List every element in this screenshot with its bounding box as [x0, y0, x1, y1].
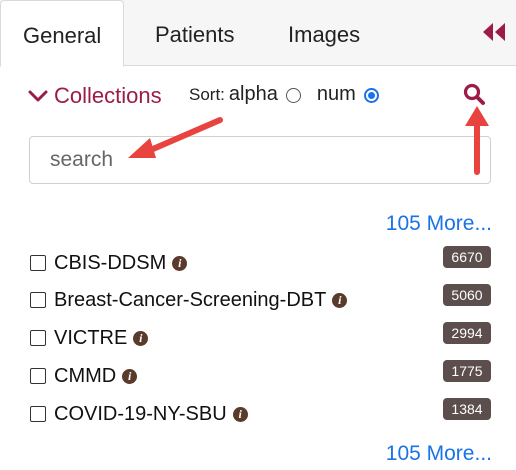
list-item: COVID-19-NY-SBU i — [30, 401, 248, 427]
double-chevron-left-icon[interactable] — [480, 20, 508, 44]
more-link-top[interactable]: 105 More... — [386, 212, 492, 236]
count-badge: 6670 — [443, 246, 491, 268]
search-input[interactable] — [29, 136, 491, 184]
info-icon[interactable]: i — [122, 368, 138, 384]
sort-option-num-label: num — [316, 83, 356, 105]
collections-title: Collections — [54, 83, 162, 108]
item-checkbox[interactable] — [30, 330, 46, 346]
item-label: COVID-19-NY-SBU — [54, 402, 227, 425]
sort-control: Sort: alpha num — [189, 83, 395, 106]
list-item: VICTRE i — [30, 325, 149, 351]
item-label: CBIS-DDSM — [54, 251, 167, 274]
item-checkbox[interactable] — [30, 368, 46, 384]
item-checkbox[interactable] — [30, 406, 46, 422]
info-icon[interactable]: i — [332, 292, 348, 308]
item-label: VICTRE — [54, 326, 128, 349]
tab-general[interactable]: General — [0, 0, 125, 67]
tab-images[interactable]: Images — [266, 0, 382, 66]
item-checkbox[interactable] — [30, 292, 46, 308]
search-icon[interactable] — [462, 82, 486, 106]
chevron-down-icon — [28, 90, 48, 102]
list-item: CBIS-DDSM i — [30, 250, 188, 276]
count-badge: 1384 — [443, 398, 491, 420]
item-checkbox[interactable] — [30, 255, 46, 271]
list-item: CMMD i — [30, 363, 138, 389]
info-icon[interactable]: i — [232, 406, 248, 422]
more-link-bottom[interactable]: 105 More... — [386, 442, 492, 466]
info-icon[interactable]: i — [133, 330, 149, 346]
collections-toggle[interactable]: Collections — [28, 80, 162, 112]
sort-alpha-radio[interactable] — [285, 88, 301, 103]
item-label: Breast-Cancer-Screening-DBT — [54, 288, 327, 311]
info-icon[interactable]: i — [172, 255, 188, 271]
count-badge: 1775 — [443, 360, 491, 382]
count-badge: 2994 — [443, 322, 491, 344]
sort-option-alpha-label: alpha — [228, 83, 278, 105]
sort-label: Sort: — [189, 84, 225, 104]
tab-bar: General Patients Images — [0, 0, 516, 67]
tab-patients[interactable]: Patients — [133, 0, 257, 66]
list-item: Breast-Cancer-Screening-DBT i — [30, 287, 348, 313]
sort-num-radio[interactable] — [363, 88, 379, 103]
count-badge: 5060 — [443, 284, 491, 306]
item-label: CMMD — [54, 364, 117, 387]
